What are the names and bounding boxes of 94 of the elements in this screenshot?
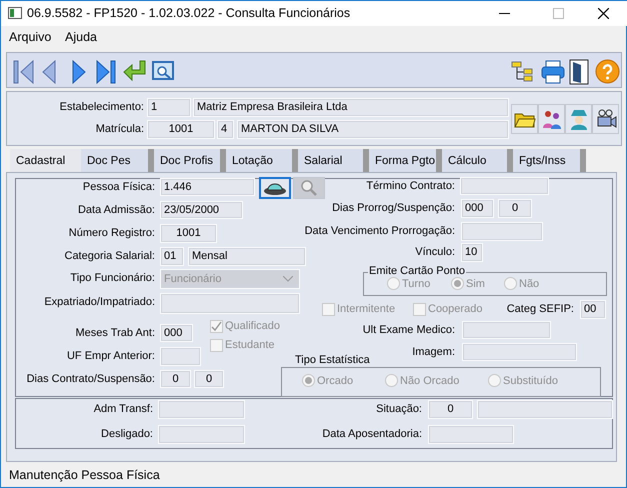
field-label: Expatriado/Impatriado: xyxy=(44,295,155,310)
input-field[interactable] xyxy=(461,222,543,241)
tab[interactable]: Salarial xyxy=(298,149,369,172)
checkbox-label: Intermitente xyxy=(337,302,396,317)
tab[interactable]: Doc Profis xyxy=(154,149,226,172)
field-label: Dias Prorrog/Suspenção: xyxy=(332,201,455,216)
field-label: Meses Trab Ant: xyxy=(76,326,155,341)
input-field[interactable] xyxy=(460,177,549,195)
maximize-icon[interactable] xyxy=(553,8,564,19)
input-field[interactable]: 000 xyxy=(160,324,193,342)
input-field[interactable] xyxy=(160,293,300,314)
input-field[interactable]: 23/05/2000 xyxy=(160,201,243,219)
input-field[interactable]: 0 xyxy=(428,400,473,419)
input-field[interactable]: 00 xyxy=(580,300,606,319)
tab[interactable]: Lotação xyxy=(226,149,298,172)
folder-button[interactable] xyxy=(511,104,538,134)
input-field[interactable]: 01 xyxy=(160,247,184,266)
input-field[interactable]: 0 xyxy=(194,370,224,388)
caret-icon xyxy=(283,276,293,282)
field-label: Imagem: xyxy=(412,345,455,360)
input-field[interactable] xyxy=(462,321,551,339)
field-label: Pessoa Física: xyxy=(82,180,155,195)
menu-item[interactable]: Ajuda xyxy=(65,28,97,46)
input-field[interactable]: 10 xyxy=(461,243,483,262)
projector-icon xyxy=(594,108,616,130)
radio-label: Sim xyxy=(466,277,485,292)
input-field[interactable] xyxy=(462,343,577,361)
field-label: Categoria Salarial: xyxy=(64,249,155,264)
input-field[interactable]: 0 xyxy=(160,370,191,388)
checkbox-label: Qualificado xyxy=(225,319,280,334)
field-label: Término Contrato: xyxy=(366,179,455,194)
input-field[interactable] xyxy=(158,400,245,419)
app-icon xyxy=(8,7,22,19)
radio-label: Não xyxy=(519,277,540,292)
field-label: Vínculo: xyxy=(415,245,455,260)
last-record-icon[interactable] xyxy=(95,59,117,85)
input-field[interactable] xyxy=(158,425,245,444)
tab[interactable]: Cálculo xyxy=(442,149,513,172)
input-field[interactable]: 000 xyxy=(461,199,494,218)
field-label: Dias Contrato/Suspensão: xyxy=(26,372,155,387)
field-label: Tipo Funcionário: xyxy=(70,271,155,286)
tab[interactable]: Forma Pgto xyxy=(369,149,442,172)
field-label: Estabelecimento: xyxy=(58,100,144,115)
radio-label: Orcado xyxy=(317,374,354,389)
input-field[interactable]: Matriz Empresa Brasileira Ltda xyxy=(193,98,509,117)
people-button[interactable] xyxy=(538,104,565,134)
next-record-icon[interactable] xyxy=(71,59,87,85)
field-label: UF Empr Anterior: xyxy=(66,349,155,364)
close-icon[interactable] xyxy=(598,8,609,19)
input-field[interactable]: 0 xyxy=(498,199,532,218)
group-title: Tipo Estatística xyxy=(294,353,371,367)
field-label: Desligado: xyxy=(101,427,153,442)
input-field[interactable]: 1 xyxy=(147,98,191,117)
input-field[interactable]: 1001 xyxy=(147,120,215,139)
input-field[interactable]: 1001 xyxy=(160,224,217,243)
enter-arrow-icon[interactable] xyxy=(123,60,147,82)
window-title: 06.9.5582 - FP1520 - 1.02.03.022 - Consulta Funcionários xyxy=(27,5,350,22)
field-label: Matrícula: xyxy=(94,122,144,137)
menu-item[interactable]: Arquivo xyxy=(9,28,52,46)
door-icon[interactable] xyxy=(569,59,589,85)
hat-button[interactable] xyxy=(259,177,291,199)
tab[interactable]: Cadastral xyxy=(10,149,82,172)
input-field[interactable] xyxy=(477,400,613,419)
input-field[interactable] xyxy=(160,347,201,366)
field-label: Situação: xyxy=(376,402,422,417)
field-label: Número Registro: xyxy=(68,226,155,241)
input-field[interactable]: 1.446 xyxy=(160,178,255,196)
help-icon[interactable] xyxy=(595,59,620,84)
status-text: Manutenção Pessoa Física xyxy=(9,467,160,484)
radio-label: Substituído xyxy=(503,374,558,389)
projector-button[interactable] xyxy=(592,104,619,134)
field-label: Data Vencimento Prorrogação: xyxy=(304,224,455,239)
previous-record-icon[interactable] xyxy=(41,59,57,85)
search-icon xyxy=(300,179,318,197)
radio-label: Turno xyxy=(402,277,430,292)
input-field[interactable]: 4 xyxy=(217,120,234,139)
tree-icon[interactable] xyxy=(511,61,533,83)
first-record-icon[interactable] xyxy=(13,59,35,85)
checkbox-label: Cooperado xyxy=(428,302,482,317)
people-icon xyxy=(540,108,562,130)
radio-label: Não Orcado xyxy=(400,374,460,389)
tab[interactable]: Fgts/Inss xyxy=(513,149,586,172)
field-label: Categ SEFIP: xyxy=(506,302,574,317)
field-label: Data Aposentadoria: xyxy=(322,427,422,442)
input-field[interactable]: Mensal xyxy=(188,247,306,266)
field-label: Data Admissão: xyxy=(78,203,155,218)
field-label: Ult Exame Medico: xyxy=(362,323,455,338)
input-field[interactable] xyxy=(428,425,514,444)
printer-icon[interactable] xyxy=(541,60,565,84)
input-field[interactable]: MARTON DA SILVA xyxy=(237,120,509,139)
preview-icon[interactable] xyxy=(152,61,174,81)
tab[interactable]: Doc Pes xyxy=(81,149,154,172)
field-label: Adm Transf: xyxy=(94,402,153,417)
checkbox-label: Estudante xyxy=(225,338,275,353)
